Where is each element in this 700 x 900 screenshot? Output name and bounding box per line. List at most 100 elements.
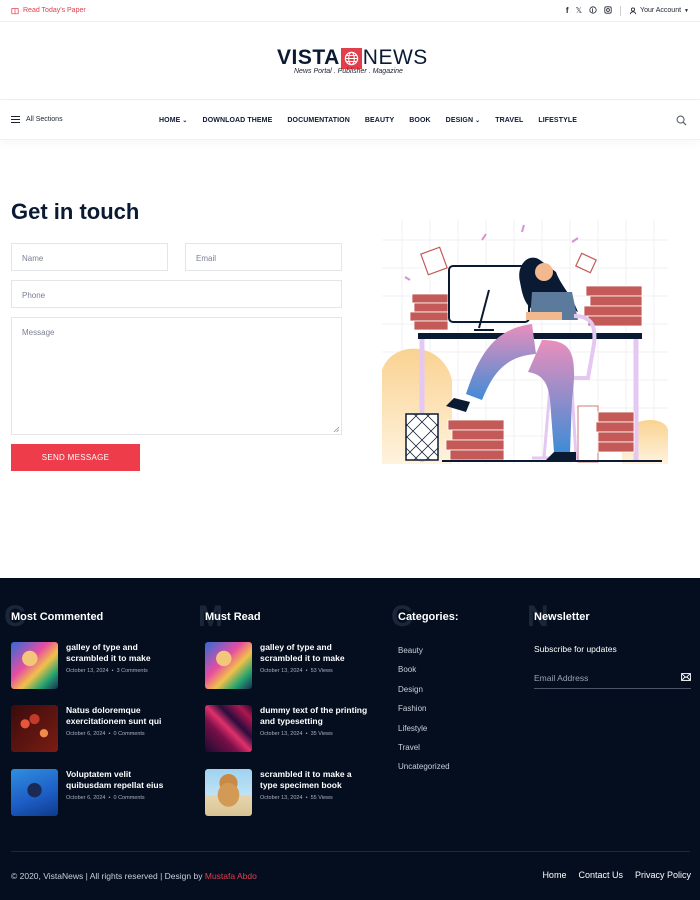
post-stat: 0 Comments — [113, 795, 145, 801]
chevron-down-icon: ⌄ — [182, 117, 188, 124]
main-nav: All Sections HOME ⌄ DOWNLOAD THEME DOCUME… — [0, 100, 700, 140]
category-link-lifestyle[interactable]: Lifestyle — [398, 724, 427, 733]
nav-item-book[interactable]: BOOK — [409, 117, 430, 124]
nav-item-lifestyle[interactable]: LIFESTYLE — [538, 117, 577, 124]
nav-label: DOWNLOAD THEME — [202, 116, 273, 124]
post-title[interactable]: Voluptatem velit quibusdam repellat eius — [66, 769, 176, 791]
post-thumbnail[interactable] — [205, 769, 252, 816]
read-paper-label: Read Today's Paper — [23, 7, 86, 14]
nav-item-design[interactable]: DESIGN ⌄ — [446, 117, 481, 124]
category-link-beauty[interactable]: Beauty — [398, 646, 423, 655]
post-date: October 13, 2024 — [260, 668, 303, 674]
post-meta: October 6, 2024 • 0 Comments — [66, 795, 145, 801]
top-bar: Read Today's Paper f 𝕏 Your Account ▼ — [0, 0, 700, 22]
category-link-design[interactable]: Design — [398, 685, 423, 694]
post-thumbnail[interactable] — [11, 705, 58, 752]
post-title[interactable]: dummy text of the printing and typesetti… — [260, 705, 370, 727]
caret-down-icon: ▼ — [684, 7, 689, 14]
post-meta: October 13, 2024 • 55 Views — [260, 795, 333, 801]
name-placeholder: Name — [22, 254, 44, 263]
email-placeholder: Email — [196, 254, 217, 263]
list-item[interactable]: galley of type and scrambled it to make … — [11, 642, 191, 690]
category-link-travel[interactable]: Travel — [398, 743, 420, 752]
post-title[interactable]: galley of type and scrambled it to make — [66, 642, 176, 664]
send-message-button[interactable]: SEND MESSAGE — [11, 444, 140, 471]
phone-field[interactable]: Phone — [11, 280, 342, 308]
copyright: © 2020, VistaNews | All rights reserved … — [11, 871, 257, 881]
x-twitter-icon[interactable]: 𝕏 — [576, 6, 582, 15]
email-placeholder: Email Address — [534, 673, 589, 683]
nav-label: BOOK — [409, 116, 431, 124]
list-item[interactable]: Natus doloremque exercitationem sunt qui… — [11, 705, 191, 753]
list-item[interactable]: Voluptatem velit quibusdam repellat eius… — [11, 769, 191, 817]
footer-divider — [11, 851, 690, 852]
list-item[interactable]: dummy text of the printing and typesetti… — [205, 705, 385, 753]
user-icon — [629, 7, 637, 14]
list-item[interactable]: galley of type and scrambled it to make … — [205, 642, 385, 690]
hamburger-icon — [11, 116, 20, 123]
nav-item-documentation[interactable]: DOCUMENTATION — [287, 117, 349, 124]
post-stat: 3 Comments — [116, 668, 148, 674]
newsletter-email-input[interactable]: Email Address — [534, 668, 691, 689]
post-title[interactable]: Natus doloremque exercitationem sunt qui — [66, 705, 176, 727]
nav-item-download-theme[interactable]: DOWNLOAD THEME — [203, 117, 273, 124]
post-title[interactable]: scrambled it to make a type specimen boo… — [260, 769, 370, 791]
list-item[interactable]: scrambled it to make a type specimen boo… — [205, 769, 385, 817]
search-icon[interactable] — [676, 113, 687, 131]
email-field[interactable]: Email — [185, 243, 342, 271]
post-date: October 6, 2024 — [66, 795, 106, 801]
post-thumbnail[interactable] — [205, 642, 252, 689]
all-sections-label: All Sections — [26, 116, 63, 123]
post-meta: October 13, 2024 • 53 Views — [260, 668, 333, 674]
facebook-icon[interactable]: f — [566, 6, 569, 15]
footer-link-home[interactable]: Home — [542, 870, 566, 880]
categories-title: Categories: — [398, 611, 459, 623]
nav-item-home[interactable]: HOME ⌄ — [159, 117, 188, 124]
chevron-down-icon: ⌄ — [475, 117, 481, 124]
category-link-uncategorized[interactable]: Uncategorized — [398, 762, 450, 771]
post-title[interactable]: galley of type and scrambled it to make — [260, 642, 370, 664]
nav-label: DESIGN — [445, 116, 474, 124]
all-sections-button[interactable]: All Sections — [11, 116, 63, 123]
post-thumbnail[interactable] — [205, 705, 252, 752]
category-link-book[interactable]: Book — [398, 665, 416, 674]
footer-links: Home Contact Us Privacy Policy — [542, 870, 691, 880]
must-read-title: Must Read — [205, 611, 261, 623]
post-thumbnail[interactable] — [11, 769, 58, 816]
logo-news: NEWS — [362, 46, 428, 69]
nav-item-travel[interactable]: TRAVEL — [495, 117, 523, 124]
post-stat: 55 Views — [310, 795, 333, 801]
phone-placeholder: Phone — [22, 291, 46, 300]
post-date: October 13, 2024 — [260, 731, 303, 737]
book-icon — [11, 7, 19, 14]
read-paper-link[interactable]: Read Today's Paper — [11, 7, 86, 15]
footer-link-contact[interactable]: Contact Us — [578, 870, 623, 880]
message-placeholder: Message — [22, 328, 55, 337]
logo-vista: VISTA — [277, 46, 340, 69]
name-field[interactable]: Name — [11, 243, 168, 271]
nav-label: DOCUMENTATION — [287, 116, 350, 124]
author-link[interactable]: Mustafa Abdo — [205, 871, 257, 881]
account-menu[interactable]: Your Account ▼ — [629, 7, 689, 15]
contact-illustration — [382, 220, 669, 464]
site-logo[interactable]: VISTA NEWS — [277, 46, 428, 70]
post-meta: October 13, 2024 • 3 Comments — [66, 668, 148, 674]
post-date: October 6, 2024 — [66, 731, 106, 737]
logo-tagline: News Portal . Publisher . Magazine — [294, 68, 403, 75]
mail-send-icon[interactable] — [681, 673, 691, 683]
instagram-icon[interactable] — [604, 5, 612, 16]
post-thumbnail[interactable] — [11, 642, 58, 689]
category-link-fashion[interactable]: Fashion — [398, 704, 426, 713]
pinterest-icon[interactable] — [589, 5, 597, 16]
copyright-text: © 2020, VistaNews | All rights reserved … — [11, 871, 203, 881]
nav-item-beauty[interactable]: BEAUTY — [365, 117, 394, 124]
post-meta: October 6, 2024 • 0 Comments — [66, 731, 145, 737]
newsletter-title: Newsletter — [534, 611, 590, 623]
nav-label: HOME — [159, 116, 181, 124]
nav-label: LIFESTYLE — [538, 116, 577, 124]
post-stat: 0 Comments — [113, 731, 145, 737]
post-stat: 53 Views — [310, 668, 333, 674]
message-field[interactable]: Message — [11, 317, 342, 435]
footer-link-privacy[interactable]: Privacy Policy — [635, 870, 691, 880]
resize-handle-icon[interactable] — [333, 426, 339, 432]
